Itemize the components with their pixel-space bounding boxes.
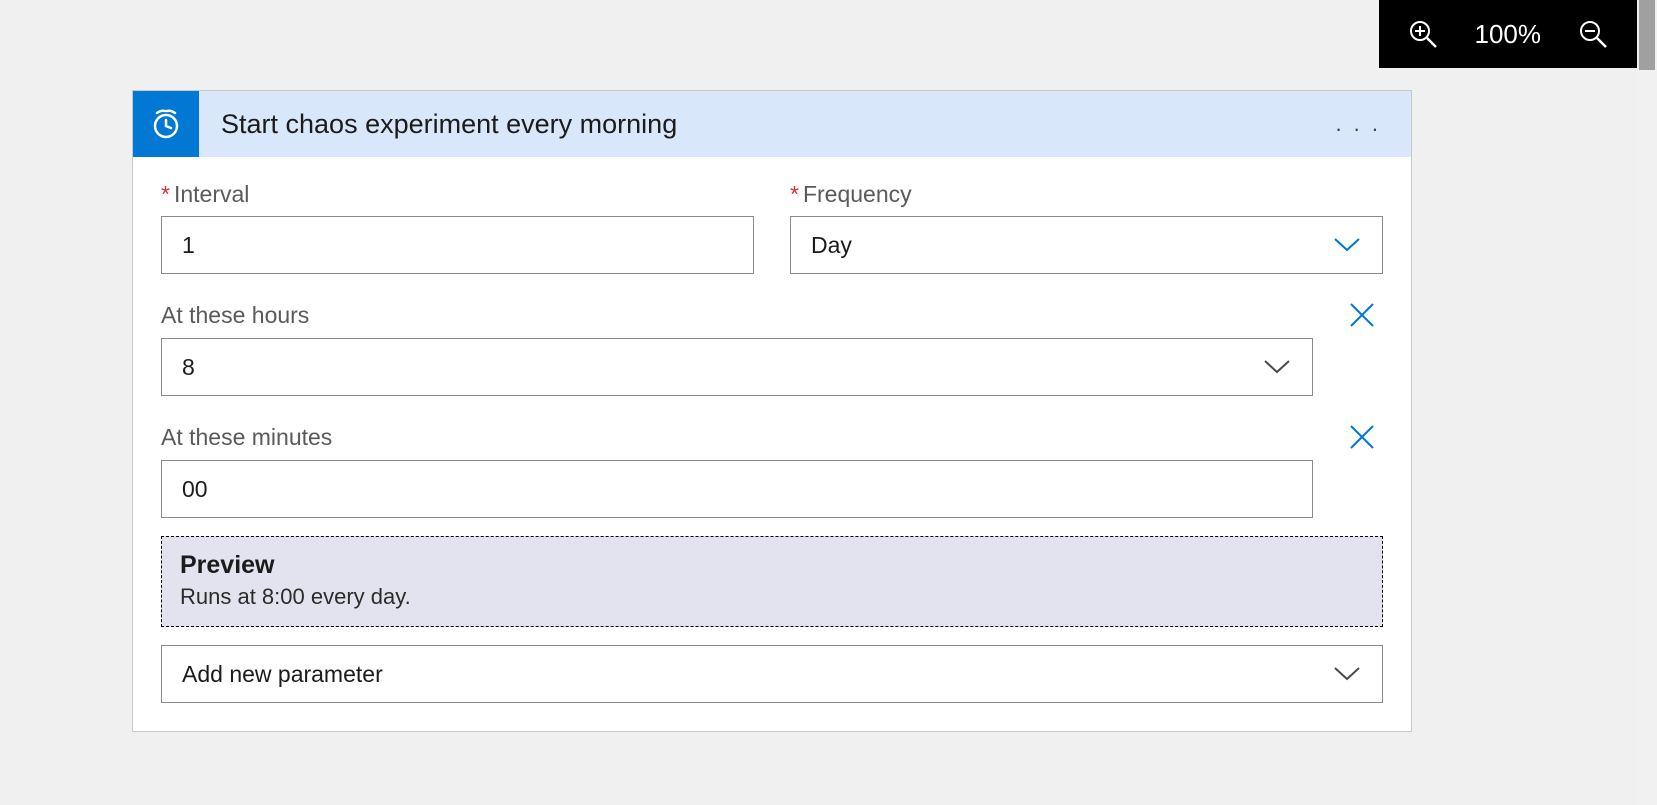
interval-label: *Interval [161, 181, 754, 208]
zoom-percent: 100% [1475, 19, 1542, 50]
zoom-toolbar: 100% [1379, 0, 1638, 68]
chevron-down-icon [1332, 232, 1362, 259]
interval-input[interactable] [161, 216, 754, 274]
interval-field: *Interval [161, 181, 754, 274]
required-asterisk: * [161, 181, 170, 207]
chevron-down-icon [1262, 354, 1292, 381]
hours-label: At these hours [161, 302, 309, 329]
required-asterisk: * [790, 181, 799, 207]
add-parameter-select[interactable]: Add new parameter [161, 645, 1383, 703]
frequency-label: *Frequency [790, 181, 1383, 208]
frequency-select[interactable]: Day [790, 216, 1383, 274]
scrollbar-track[interactable] [1637, 0, 1657, 805]
remove-hours-button[interactable] [1347, 300, 1377, 330]
add-parameter-label: Add new parameter [182, 661, 383, 688]
hours-section: At these hours 8 [161, 300, 1383, 396]
card-header: Start chaos experiment every morning . .… [133, 91, 1411, 157]
scrollbar-thumb[interactable] [1639, 0, 1655, 70]
card-body: *Interval *Frequency Day At these hours [133, 157, 1411, 731]
preview-description: Runs at 8:00 every day. [180, 584, 1364, 610]
preview-box: Preview Runs at 8:00 every day. [161, 536, 1383, 627]
minutes-section: At these minutes [161, 422, 1383, 518]
clock-icon [133, 91, 199, 157]
hours-value: 8 [182, 354, 195, 381]
zoom-out-icon[interactable] [1577, 18, 1609, 50]
zoom-in-icon[interactable] [1407, 18, 1439, 50]
card-title: Start chaos experiment every morning [199, 109, 1335, 140]
frequency-field: *Frequency Day [790, 181, 1383, 274]
remove-minutes-button[interactable] [1347, 422, 1377, 452]
frequency-value: Day [811, 232, 852, 259]
more-menu-button[interactable]: . . . [1335, 111, 1411, 137]
hours-select[interactable]: 8 [161, 338, 1313, 396]
preview-title: Preview [180, 551, 1364, 580]
recurrence-card: Start chaos experiment every morning . .… [132, 90, 1412, 732]
minutes-label: At these minutes [161, 424, 332, 451]
chevron-down-icon [1332, 661, 1362, 688]
minutes-input[interactable] [161, 460, 1313, 518]
